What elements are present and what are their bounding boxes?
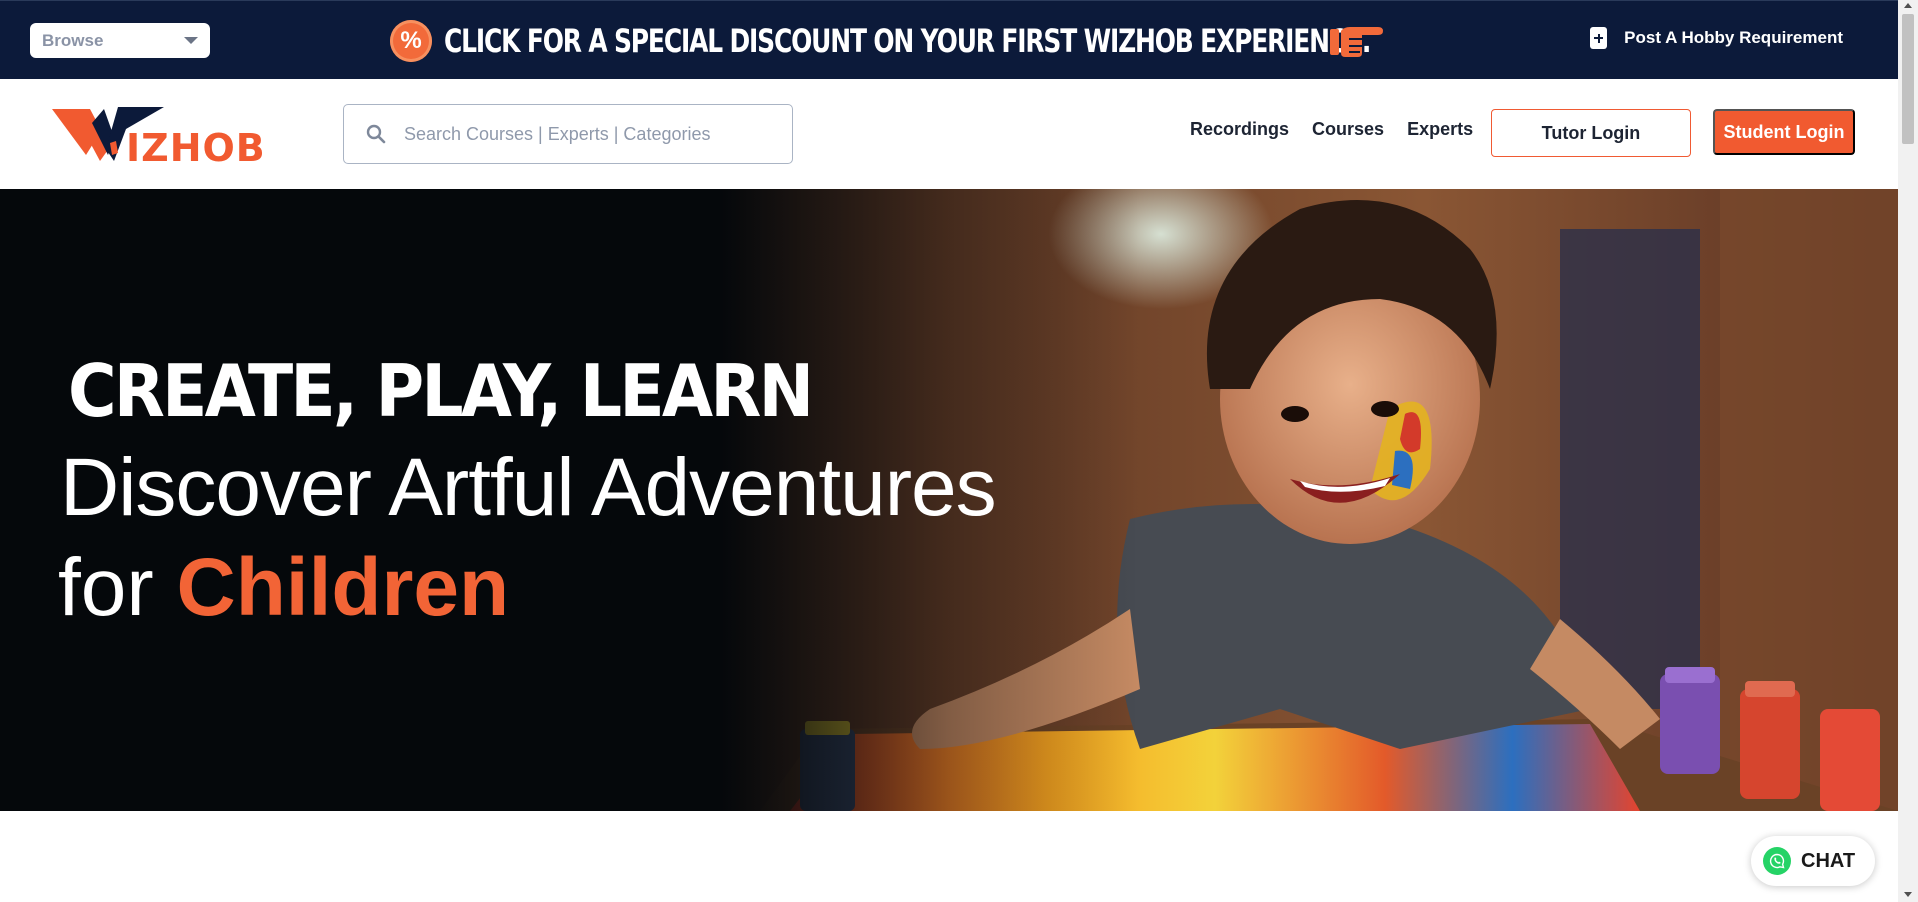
- browse-label: Browse: [42, 30, 104, 50]
- page-scrollbar[interactable]: [1898, 0, 1918, 902]
- promo-bar: Browse % CLICK FOR A SPECIAL DISCOUNT ON…: [0, 0, 1898, 79]
- nav-link-experts[interactable]: Experts: [1407, 119, 1473, 140]
- hero-line3-accent: Children: [176, 542, 510, 633]
- whatsapp-icon: [1763, 847, 1791, 875]
- search-input[interactable]: [404, 123, 774, 145]
- hero-subheadline: Discover Artful Adventures: [60, 442, 997, 533]
- hero-line3-prefix: for: [58, 542, 177, 633]
- wizhob-logo[interactable]: IZHOB: [52, 103, 297, 167]
- chat-button[interactable]: CHAT: [1751, 836, 1875, 886]
- chevron-down-icon: [184, 37, 198, 44]
- scrollbar-thumb[interactable]: [1902, 14, 1914, 144]
- pointing-hand-icon: [1330, 27, 1383, 57]
- tutor-login-button[interactable]: Tutor Login: [1491, 109, 1691, 157]
- nav-link-courses[interactable]: Courses: [1312, 119, 1384, 140]
- navbar: IZHOB Recordings Courses Experts Tutor L…: [0, 79, 1898, 189]
- search-box[interactable]: [343, 104, 793, 164]
- promo-link[interactable]: % CLICK FOR A SPECIAL DISCOUNT ON YOUR F…: [390, 19, 1444, 63]
- nav-link-recordings[interactable]: Recordings: [1190, 119, 1289, 140]
- hero-banner: CREATE, PLAY, LEARN Discover Artful Adve…: [0, 189, 1898, 811]
- chat-label: CHAT: [1801, 849, 1856, 872]
- scroll-down-arrow-icon[interactable]: [1904, 892, 1912, 897]
- scroll-up-arrow-icon[interactable]: [1904, 3, 1912, 8]
- student-login-button[interactable]: Student Login: [1713, 109, 1855, 155]
- hero-subheadline-line2: for Children: [58, 541, 509, 635]
- hero-headline: CREATE, PLAY, LEARN: [68, 349, 814, 433]
- search-icon: [366, 124, 386, 144]
- nav-links: Recordings Courses Experts: [1190, 119, 1496, 140]
- post-hobby-requirement-label: Post A Hobby Requirement: [1624, 28, 1843, 47]
- browse-dropdown[interactable]: Browse: [30, 23, 210, 58]
- promo-text: CLICK FOR A SPECIAL DISCOUNT ON YOUR FIR…: [444, 22, 1371, 60]
- add-document-icon: [1590, 27, 1608, 49]
- logo-text: IZHOB: [126, 126, 266, 167]
- discount-badge-icon: %: [390, 20, 432, 62]
- post-hobby-requirement-link[interactable]: Post A Hobby Requirement: [1590, 27, 1843, 49]
